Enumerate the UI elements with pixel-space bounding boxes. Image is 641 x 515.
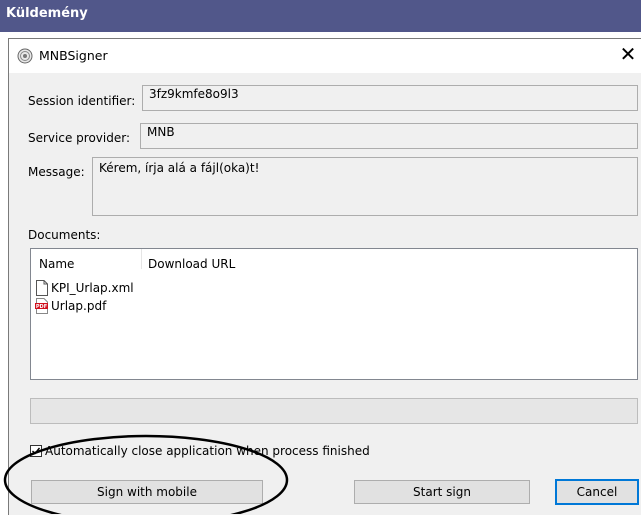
auto-close-checkbox[interactable]: Automatically close application when pro…: [30, 444, 370, 458]
service-provider-label: Service provider:: [28, 131, 130, 145]
document-name: KPI_Urlap.xml: [51, 281, 134, 295]
dialog-title: MNBSigner: [39, 48, 108, 63]
mnbsigner-dialog: MNBSigner ✕ Session identifier: 3fz9kmfe…: [8, 38, 641, 515]
start-sign-button[interactable]: Start sign: [354, 480, 530, 504]
app-logo-icon: [17, 48, 33, 64]
documents-list[interactable]: Name Download URL KPI_Urlap.xml PDF Urla…: [30, 248, 638, 380]
column-separator[interactable]: [141, 249, 142, 269]
column-header-name[interactable]: Name: [39, 257, 74, 271]
sign-with-mobile-button[interactable]: Sign with mobile: [31, 480, 263, 504]
session-identifier-label: Session identifier:: [28, 94, 136, 108]
checkbox[interactable]: [30, 445, 42, 457]
outer-window-title: Küldemény: [0, 0, 641, 32]
pdf-badge-text: PDF: [36, 304, 47, 310]
progress-bar: [30, 398, 638, 424]
file-icon: [36, 280, 48, 296]
list-item[interactable]: PDF Urlap.pdf: [35, 298, 106, 314]
close-icon[interactable]: ✕: [617, 42, 639, 66]
pdf-icon: PDF: [35, 298, 48, 314]
message-field: Kérem, írja alá a fájl(oka)t!: [92, 157, 638, 216]
check-icon: [32, 447, 41, 455]
message-label: Message:: [28, 165, 85, 179]
auto-close-label: Automatically close application when pro…: [45, 444, 370, 458]
column-header-download-url[interactable]: Download URL: [148, 257, 235, 271]
document-name: Urlap.pdf: [51, 299, 107, 313]
cancel-button[interactable]: Cancel: [555, 479, 639, 505]
list-item[interactable]: KPI_Urlap.xml: [35, 280, 134, 296]
session-identifier-field: 3fz9kmfe8o9l3: [142, 85, 638, 111]
dialog-titlebar: MNBSigner ✕: [9, 39, 641, 73]
service-provider-field: MNB: [140, 123, 638, 149]
documents-label: Documents:: [28, 228, 101, 242]
